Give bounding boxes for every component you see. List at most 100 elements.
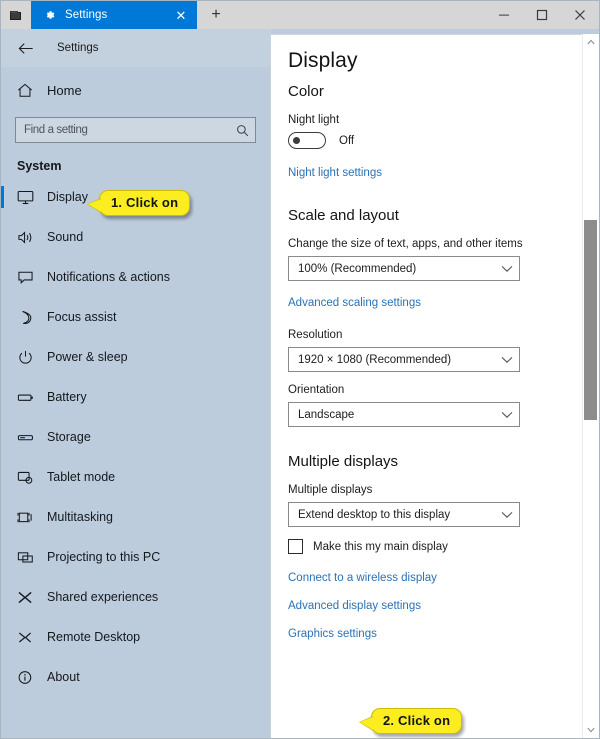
sidebar-header-title: Settings <box>57 42 99 54</box>
orientation-dropdown[interactable]: Landscape <box>288 402 520 427</box>
search-input[interactable] <box>16 124 229 136</box>
chevron-down-icon <box>501 265 513 273</box>
remote-desktop-icon <box>17 630 43 645</box>
main-display-checkbox-label: Make this my main display <box>313 540 448 553</box>
callout-step-1: 1. Click on <box>86 190 191 216</box>
resolution-dropdown[interactable]: 1920 × 1080 (Recommended) <box>288 347 520 372</box>
section-title-color: Color <box>288 83 324 100</box>
night-light-settings-link[interactable]: Night light settings <box>288 167 382 179</box>
scroll-down-arrow-icon[interactable] <box>583 722 599 738</box>
scrollbar-track[interactable] <box>583 50 599 722</box>
sidebar-item-multitasking-label: Multitasking <box>47 510 113 524</box>
sidebar-item-about-label: About <box>47 670 80 684</box>
orientation-label: Orientation <box>288 384 345 396</box>
notification-icon <box>17 270 43 285</box>
power-icon <box>17 350 43 365</box>
content-scrollbar[interactable] <box>582 34 599 738</box>
tab-strip: Settings ✕ + <box>1 1 599 29</box>
night-light-label: Night light <box>288 114 340 126</box>
advanced-display-settings-link[interactable]: Advanced display settings <box>288 600 599 612</box>
settings-sidebar: Settings Home Find a setting System Disp… <box>1 29 270 738</box>
scroll-up-arrow-icon[interactable] <box>583 34 599 50</box>
gear-icon <box>41 9 59 21</box>
maximize-button[interactable] <box>523 1 561 29</box>
night-light-row: Off <box>288 132 599 149</box>
sidebar-item-sound[interactable]: Sound <box>1 217 270 257</box>
night-light-toggle[interactable] <box>288 132 326 149</box>
sidebar-item-remote-desktop-label: Remote Desktop <box>47 630 141 644</box>
projecting-icon <box>17 550 43 565</box>
search-box[interactable] <box>15 117 256 143</box>
main-display-checkbox-row[interactable]: Make this my main display <box>288 539 599 554</box>
sidebar-item-shared-experiences[interactable]: Shared experiences <box>1 577 270 617</box>
new-tab-button[interactable]: + <box>197 1 235 29</box>
tab-label: Settings <box>65 9 108 21</box>
sidebar-item-tablet-mode[interactable]: Tablet mode <box>1 457 270 497</box>
back-arrow-icon[interactable] <box>11 42 41 55</box>
scale-dropdown[interactable]: 100% (Recommended) <box>288 256 520 281</box>
close-window-button[interactable] <box>561 1 599 29</box>
sidebar-item-notifications[interactable]: Notifications & actions <box>1 257 270 297</box>
window-body: Settings Home Find a setting System Disp… <box>1 29 599 738</box>
sidebar-item-battery-label: Battery <box>47 390 87 404</box>
sidebar-item-shared-experiences-label: Shared experiences <box>47 590 159 604</box>
main-display-checkbox[interactable] <box>288 539 303 554</box>
sidebar-scroll-area: Home System <box>1 67 270 738</box>
sidebar-item-tablet-mode-label: Tablet mode <box>47 470 116 484</box>
tabstrip-empty-area <box>235 1 485 29</box>
resolution-label: Resolution <box>288 329 343 341</box>
moon-icon <box>17 310 43 325</box>
storage-icon <box>17 430 43 445</box>
sidebar-item-projecting-label: Projecting to this PC <box>47 550 161 564</box>
connect-wireless-display-link[interactable]: Connect to a wireless display <box>288 572 599 584</box>
sidebar-item-about[interactable]: About <box>1 657 270 697</box>
multiple-displays-value: Extend desktop to this display <box>298 508 451 521</box>
multiple-displays-dropdown[interactable]: Extend desktop to this display <box>288 502 520 527</box>
sidebar-item-home-label: Home <box>47 82 82 98</box>
sidebar-item-focus-assist[interactable]: Focus assist <box>1 297 270 337</box>
multitasking-icon <box>17 510 43 525</box>
display-links: Connect to a wireless display Advanced d… <box>288 572 599 640</box>
search-icon[interactable] <box>229 124 255 137</box>
tab-settings[interactable]: Settings ✕ <box>31 1 197 29</box>
shared-icon <box>17 590 43 605</box>
sidebar-item-sound-label: Sound <box>47 230 84 244</box>
section-title-multiple-displays: Multiple displays <box>288 453 399 470</box>
sidebar-item-storage-label: Storage <box>47 430 91 444</box>
app-window-icon <box>1 1 31 29</box>
night-light-state: Off <box>339 134 355 147</box>
chevron-down-icon <box>501 511 513 519</box>
resolution-value: 1920 × 1080 (Recommended) <box>298 353 452 366</box>
monitor-icon <box>17 190 43 205</box>
sidebar-header: Settings <box>1 29 270 67</box>
graphics-settings-link[interactable]: Graphics settings <box>288 628 599 640</box>
section-title-scale-layout: Scale and layout <box>288 207 399 224</box>
speaker-icon <box>17 230 43 245</box>
sidebar-item-multitasking[interactable]: Multitasking <box>1 497 270 537</box>
close-icon[interactable]: ✕ <box>171 9 191 22</box>
home-icon <box>17 83 43 98</box>
toggle-knob <box>293 136 300 144</box>
advanced-scaling-settings-link[interactable]: Advanced scaling settings <box>288 297 421 309</box>
info-icon <box>17 670 43 685</box>
sidebar-item-projecting[interactable]: Projecting to this PC <box>1 537 270 577</box>
minimize-button[interactable] <box>485 1 523 29</box>
sidebar-item-storage[interactable]: Storage <box>1 417 270 457</box>
sidebar-item-display-label: Display <box>47 190 88 204</box>
scrollbar-thumb[interactable] <box>584 220 597 420</box>
tablet-icon <box>17 470 43 485</box>
orientation-value: Landscape <box>298 408 355 421</box>
sidebar-item-battery[interactable]: Battery <box>1 377 270 417</box>
sidebar-item-remote-desktop[interactable]: Remote Desktop <box>1 617 270 657</box>
callout-step-2: 2. Click on <box>358 708 463 734</box>
window-controls <box>485 1 599 29</box>
sidebar-item-home[interactable]: Home <box>1 73 270 107</box>
sidebar-item-power-sleep[interactable]: Power & sleep <box>1 337 270 377</box>
battery-icon <box>17 390 43 405</box>
sidebar-item-focus-assist-label: Focus assist <box>47 310 117 324</box>
chevron-down-icon <box>501 411 513 419</box>
page-title: Display <box>288 49 358 72</box>
settings-window: Settings ✕ + Settings Home Find a settin… <box>0 0 600 739</box>
scale-label: Change the size of text, apps, and other… <box>288 238 523 250</box>
chevron-down-icon <box>501 356 513 364</box>
